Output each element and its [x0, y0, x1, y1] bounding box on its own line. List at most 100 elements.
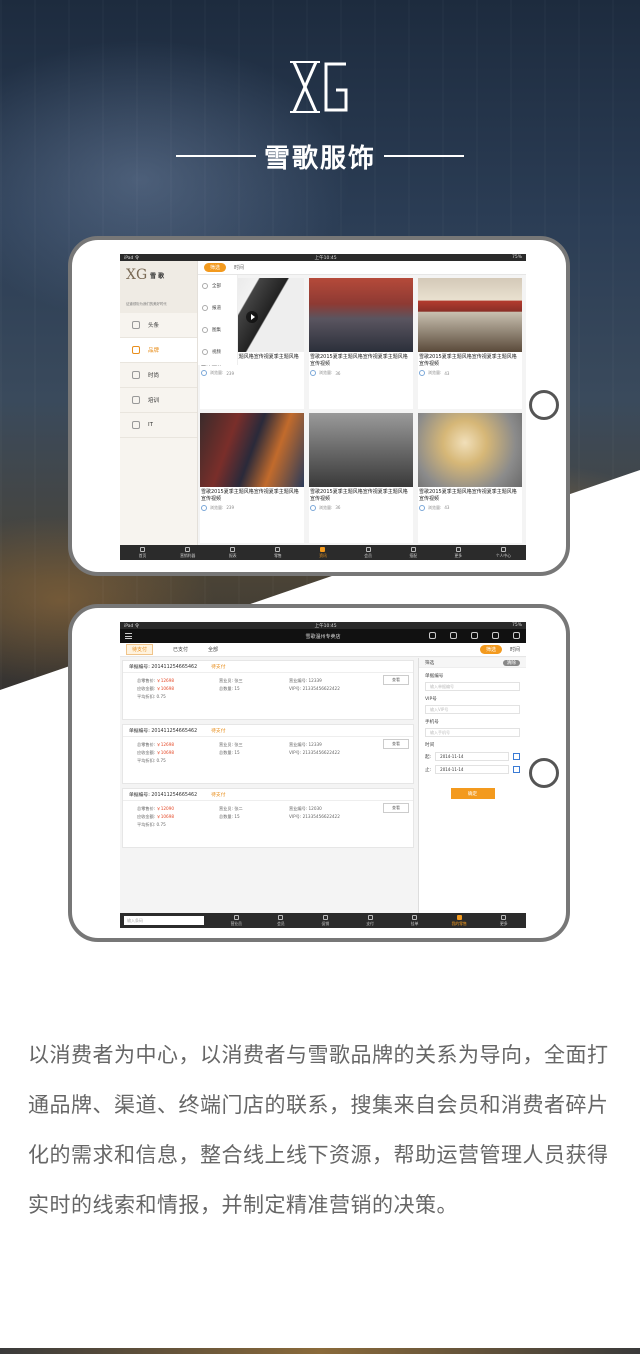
- filter-option-video[interactable]: 视频: [198, 341, 237, 363]
- tab-item[interactable]: 零售: [255, 545, 300, 560]
- description-text: 以消费者为中心，以消费者与雪歌品牌的关系为导向，全面打通品牌、渠道、终端门店的联…: [28, 1043, 609, 1217]
- filter-option-gallery[interactable]: 图集: [198, 319, 237, 341]
- home-button: [529, 758, 559, 788]
- order-card[interactable]: 单据编号: 201411254665462 待支付 总零售价: ￥12698 应收金额…: [122, 724, 414, 784]
- tab-item[interactable]: 更多: [481, 914, 526, 927]
- time-sort-button[interactable]: 时间: [510, 646, 520, 653]
- eye-icon: [201, 370, 207, 376]
- tab-item[interactable]: 会员: [259, 914, 304, 927]
- refresh-icon[interactable]: [492, 632, 499, 639]
- tab-paid[interactable]: 已支付: [173, 646, 188, 653]
- bottom-tab-bar: 输入条码 营业员 会员 促销 支付 挂单 我的零售 更多: [120, 913, 526, 928]
- tab-item[interactable]: 促销: [303, 914, 348, 927]
- status-badge: 待支付: [211, 793, 226, 798]
- view-order-button[interactable]: 查看: [383, 675, 409, 685]
- tab-icon: [410, 546, 416, 552]
- calendar-icon[interactable]: [513, 753, 520, 760]
- filter-option-all[interactable]: 全部: [198, 275, 237, 297]
- video-card[interactable]: 雪歌2015夏季主题风格宣传视夏季主题风格宣传视频 浏览量: 43: [418, 412, 522, 543]
- tab-item[interactable]: 首页: [120, 545, 165, 560]
- phone-input[interactable]: 输入手机号: [425, 728, 520, 737]
- sidebar-brand-name: 雪 歌: [150, 273, 165, 280]
- tab-item[interactable]: 挂单: [392, 914, 437, 927]
- video-card[interactable]: 雪歌2015夏季主题风格宣传视夏季主题风格宣传视频 浏览量: 36: [309, 412, 413, 543]
- monitor-icon: [132, 421, 140, 429]
- calendar-icon[interactable]: [513, 766, 520, 773]
- tab-icon: [455, 546, 461, 552]
- cart-icon[interactable]: [471, 632, 478, 639]
- sidebar-item-headline[interactable]: 头条: [120, 313, 197, 338]
- status-badge: 待支付: [211, 665, 226, 670]
- tab-icon: [275, 546, 281, 552]
- app-header: 雪歌温州专卖店: [120, 629, 526, 643]
- eye-icon: [310, 504, 316, 511]
- order-card[interactable]: 单据编号: 201411254665462 待支付 总零售价: ￥12090 应收金额…: [122, 788, 414, 848]
- start-date-field[interactable]: 2014-11-14: [435, 752, 509, 761]
- tab-icon: [278, 914, 284, 920]
- menu-icon[interactable]: [125, 633, 132, 639]
- view-order-button[interactable]: 查看: [383, 803, 409, 813]
- scan-icon[interactable]: [429, 632, 436, 639]
- tab-item[interactable]: 会员: [346, 545, 391, 560]
- tab-unpaid[interactable]: 待支付: [126, 644, 154, 655]
- filter-button[interactable]: 筛选: [479, 645, 502, 654]
- tablet-screen: iPad 令 上午10:45 75% XG 雪 歌 证道领衔为我们的美好时代 头…: [120, 254, 526, 560]
- status-badge: 待支付: [211, 729, 226, 734]
- video-card[interactable]: 雪歌2015夏季主题风格宣传视夏季主题风格宣传视频 浏览量:239: [200, 412, 304, 543]
- sidebar-item-it[interactable]: IT: [120, 413, 197, 438]
- sidebar: XG 雪 歌 证道领衔为我们的美好时代 头条 品牌 时尚 培训 IT: [120, 261, 198, 545]
- sidebar-item-fashion[interactable]: 时尚: [120, 363, 197, 388]
- search-icon[interactable]: [450, 632, 457, 639]
- video-card[interactable]: 雪歌2015夏季主题风格宣传视夏季主题风格宣传视频 浏览量: 43: [418, 278, 522, 409]
- filter-option-report[interactable]: 报道: [198, 297, 237, 319]
- tab-icon: [230, 546, 236, 552]
- tab-icon: [412, 914, 418, 920]
- tab-icon: [365, 546, 371, 552]
- tab-item[interactable]: 营业员: [214, 914, 259, 927]
- clear-filter-button[interactable]: 清除: [502, 659, 520, 666]
- tab-item[interactable]: 我的零售: [437, 914, 482, 927]
- filter-dropdown: 全部 报道 图集 视频: [198, 275, 238, 365]
- divider-line: [384, 155, 464, 157]
- tab-all[interactable]: 全部: [208, 646, 218, 653]
- tag-icon: [132, 346, 140, 354]
- sidebar-item-brand[interactable]: 品牌: [120, 338, 197, 363]
- end-date-field[interactable]: 2014-11-14: [435, 765, 509, 774]
- tab-icon: [185, 546, 191, 552]
- tab-item[interactable]: 营销利器: [165, 545, 210, 560]
- tab-icon: [500, 546, 506, 552]
- tablet-screen: iPad 令 上午10:45 75% 雪歌温州专卖店 待支付 已支付 全部 筛选…: [120, 622, 526, 928]
- tab-item[interactable]: 更多: [436, 545, 481, 560]
- tablet-mockup-news: iPad 令 上午10:45 75% XG 雪 歌 证道领衔为我们的美好时代 头…: [68, 236, 570, 576]
- time-sort-button[interactable]: 时间: [234, 264, 244, 271]
- tab-item[interactable]: 搭配: [391, 545, 436, 560]
- video-card[interactable]: 雪歌2015夏季主题风格宣传视夏季主题风格宣传视频 浏览量: 36: [309, 278, 413, 409]
- filter-panel: 筛选 清除 单据编号 输入单据编号 VIP号 输入VIP号 手机号 输入手机号 …: [418, 658, 526, 913]
- order-number: 201411254665462: [151, 665, 198, 670]
- filter-button[interactable]: 筛选: [204, 263, 227, 272]
- tab-item[interactable]: 资讯: [300, 545, 345, 560]
- brand-logo-icon: [290, 61, 348, 113]
- order-list: 单据编号: 201411254665462 待支付 总零售价: ￥12698 应收金额…: [122, 660, 414, 911]
- user-icon[interactable]: [513, 632, 520, 639]
- sidebar-item-training[interactable]: 培训: [120, 388, 197, 413]
- order-card[interactable]: 单据编号: 201411254665462 待支付 总零售价: ￥12698 应收金额…: [122, 660, 414, 720]
- video-thumbnail: [418, 412, 522, 487]
- view-order-button[interactable]: 查看: [383, 739, 409, 749]
- order-number: 201411254665462: [151, 729, 198, 734]
- barcode-search-input[interactable]: 输入条码: [124, 916, 204, 925]
- eye-icon: [201, 504, 207, 511]
- tab-icon: [501, 914, 507, 920]
- video-grid: 雪歌2015夏季主题风格宣传视夏季主题风格宣传视频 浏览量:239 雪歌2015…: [200, 278, 522, 543]
- status-bar: iPad 令 上午10:45 75%: [120, 254, 526, 261]
- tab-item[interactable]: 支付: [348, 914, 393, 927]
- eye-icon: [310, 370, 316, 376]
- vip-number-input[interactable]: 输入VIP号: [425, 705, 520, 714]
- video-thumbnail: [309, 412, 413, 487]
- tab-item[interactable]: 报表: [210, 545, 255, 560]
- tab-item[interactable]: 个人中心: [481, 545, 526, 560]
- confirm-button[interactable]: 确定: [450, 788, 495, 799]
- news-icon: [132, 321, 140, 329]
- doc-number-input[interactable]: 输入单据编号: [425, 682, 520, 691]
- tab-icon: [320, 546, 326, 552]
